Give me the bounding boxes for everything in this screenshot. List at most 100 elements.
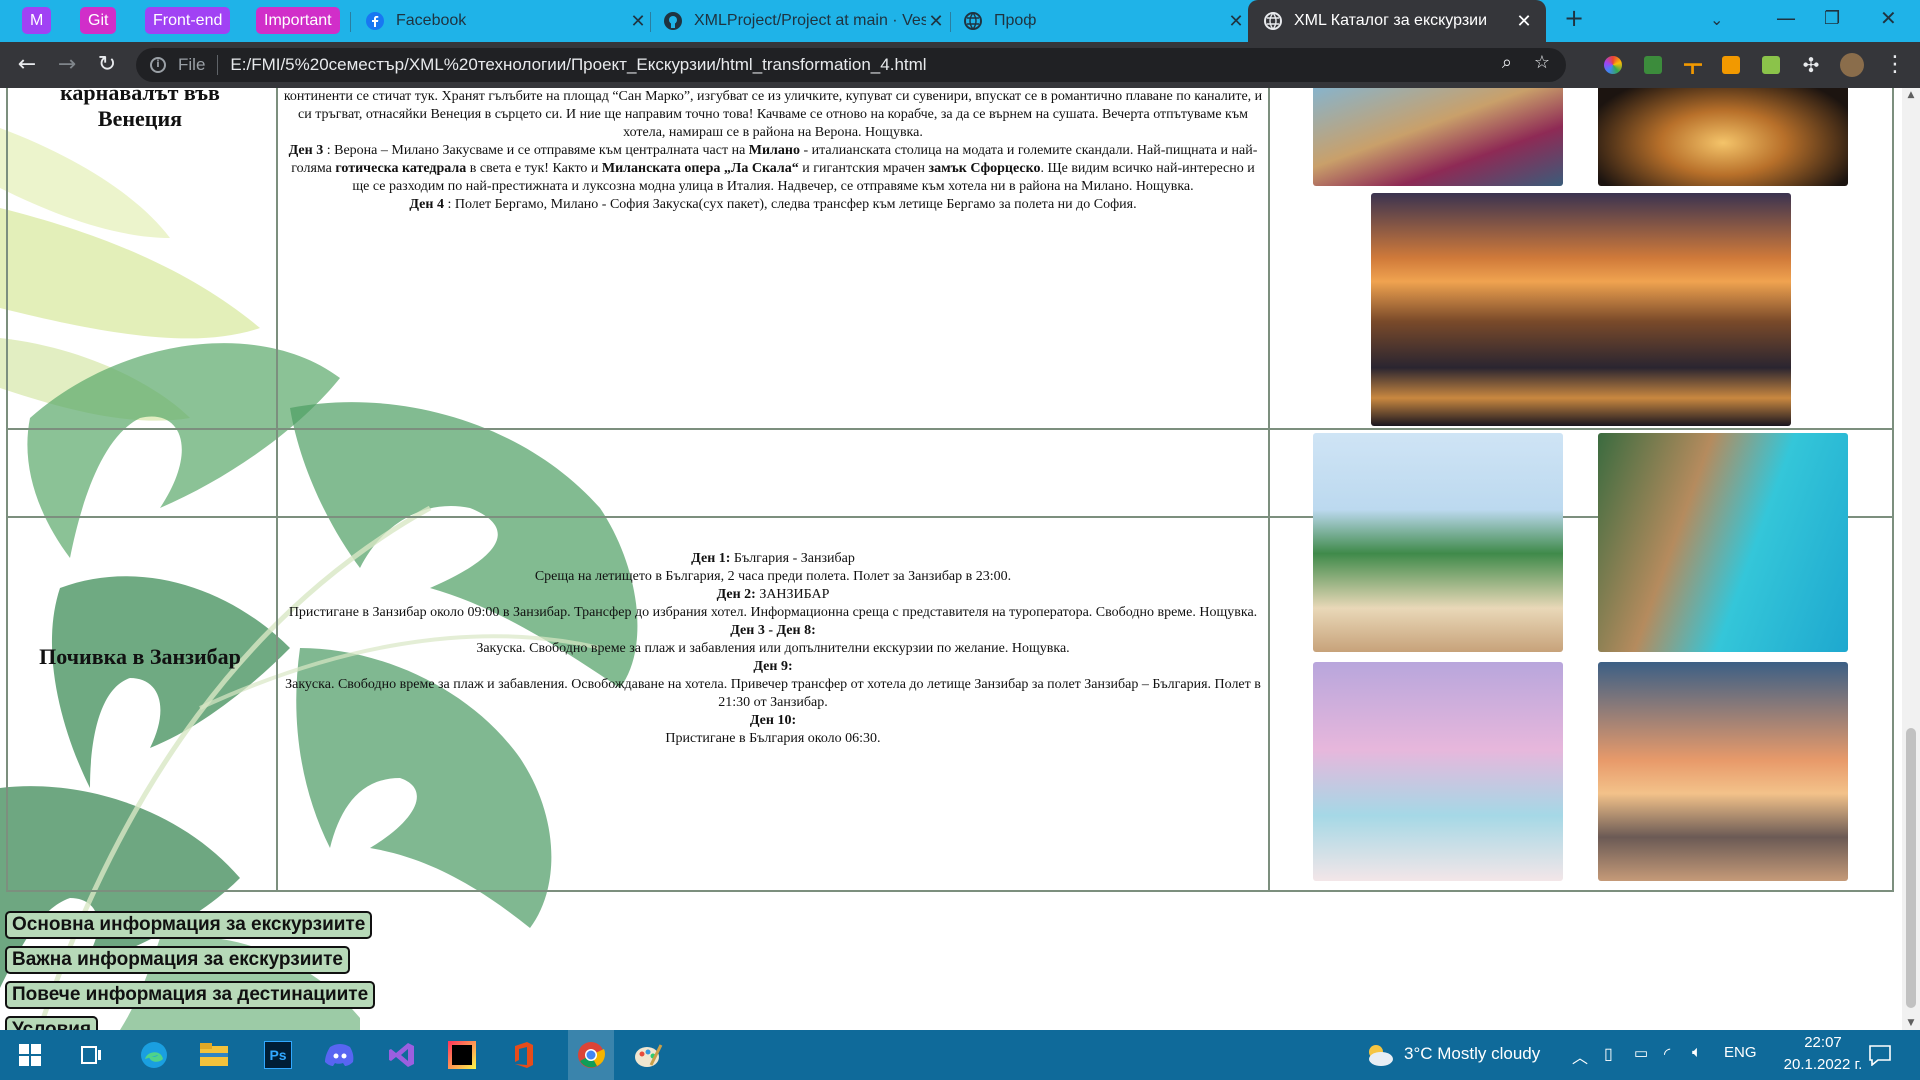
close-icon[interactable]: ✕: [1226, 11, 1246, 32]
bookmark-m[interactable]: M: [22, 7, 52, 34]
bookmark-star-icon[interactable]: ☆: [1534, 52, 1550, 73]
pen-extension-icon[interactable]: [1644, 56, 1662, 74]
edge-icon[interactable]: [138, 1039, 170, 1071]
close-icon[interactable]: ✕: [1514, 11, 1534, 32]
office-icon[interactable]: [508, 1039, 540, 1071]
highlight: Миланската опера „Ла Скала“: [601, 161, 799, 176]
day-label: Ден 9:: [753, 659, 793, 674]
day-text: Пристигане в Занзибар около 09:00 в Занз…: [288, 605, 1258, 620]
minimize-icon[interactable]: —: [1776, 6, 1796, 30]
battery-icon[interactable]: ▭: [1634, 1044, 1648, 1062]
tab-title: Проф: [994, 12, 1037, 29]
day-text: Закуска. Свободно време за плаж и забавл…: [476, 641, 1070, 656]
chrome-icon[interactable]: [568, 1030, 614, 1080]
address-separator: [217, 55, 219, 75]
clock-date[interactable]: 20.1.2022 г.: [1776, 1056, 1870, 1073]
new-tab-button[interactable]: +: [1564, 4, 1584, 32]
highlight: Милано: [748, 143, 800, 158]
close-window-icon[interactable]: ✕: [1880, 6, 1897, 30]
info-icon[interactable]: i: [150, 57, 166, 73]
notifications-icon[interactable]: [1868, 1044, 1892, 1066]
highlight: замък Сфорцеско: [928, 161, 1041, 176]
browser-toolbar: ← → ↻ i File E:/FMI/5%20семестър/XML%20т…: [0, 42, 1920, 88]
verona-panorama-photo: [1371, 193, 1791, 426]
weather-text[interactable]: 3°C Mostly cloudy: [1404, 1044, 1540, 1064]
tab-xml-catalog[interactable]: XML Каталог за екскурзии ✕: [1248, 0, 1546, 42]
zoom-icon[interactable]: ⌕: [1502, 52, 1512, 73]
bookmark-important[interactable]: Important: [256, 7, 340, 34]
day-label: Ден 1:: [691, 551, 731, 566]
day-text: Среща на летището в България, 2 часа пре…: [534, 569, 1012, 584]
color-picker-extension-icon[interactable]: [1604, 56, 1622, 74]
tab-title: XML Каталог за екскурзии: [1294, 12, 1488, 29]
page-viewport: карнавалът във Венеция континенти се сти…: [0, 88, 1902, 1030]
tab-github[interactable]: XMLProject/Project at main · Vesi ✕: [664, 0, 946, 42]
day-text: : Полет Бергамо, Милано - София Закуска(…: [443, 197, 1137, 212]
menu-kebab-icon[interactable]: ⋮: [1882, 52, 1908, 78]
back-icon[interactable]: ←: [14, 52, 40, 78]
windows-taskbar: Ps 3°C Mostly cloudy ︿ ▯ ▭ ◜ 🔈︎ ENG 22:0…: [0, 1030, 1920, 1080]
venice-carnival-photo: [1313, 88, 1563, 186]
fountain-night-photo: [1598, 88, 1848, 186]
tab-separator: [650, 12, 651, 32]
close-icon[interactable]: ✕: [926, 11, 946, 32]
ruler-extension-icon[interactable]: [1684, 63, 1702, 74]
bookmark-git[interactable]: Git: [80, 7, 117, 34]
day-text: ЗАНЗИБАР: [755, 587, 830, 602]
clock-time[interactable]: 22:07: [1776, 1034, 1870, 1051]
forward-icon[interactable]: →: [54, 52, 80, 78]
photoshop-icon[interactable]: Ps: [262, 1039, 294, 1071]
zanzibar-itinerary: Ден 1: България - Занзибар Среща на летищ…: [282, 550, 1264, 748]
zanzibar-itinerary-line: Пристигане в Занзибар около 09:00 в Занз…: [282, 604, 1264, 622]
close-icon[interactable]: ✕: [628, 11, 648, 32]
file-explorer-icon[interactable]: [198, 1039, 230, 1071]
scroll-down-arrow-icon[interactable]: ▼: [1906, 1018, 1916, 1028]
reload-icon[interactable]: ↻: [94, 52, 120, 78]
venice-title-line: Венеция: [97, 106, 183, 131]
rss-extension-icon[interactable]: [1722, 56, 1740, 74]
zanzibar-itinerary-line: Закуска. Свободно време за плаж и забавл…: [282, 676, 1264, 712]
visual-studio-icon[interactable]: [386, 1039, 418, 1071]
tab-prof[interactable]: Проф ✕: [964, 0, 1246, 42]
volume-icon[interactable]: 🔈︎: [1692, 1044, 1702, 1062]
bookmark-front-end[interactable]: Front-end: [145, 7, 231, 34]
day-label: Ден 3 - Ден 8:: [730, 623, 816, 638]
tab-search-icon[interactable]: ⌄: [1710, 10, 1723, 29]
task-view-icon[interactable]: [74, 1039, 106, 1071]
address-url[interactable]: E:/FMI/5%20семестър/XML%20технологии/Про…: [230, 55, 926, 75]
day-text: Пристигане в България около 06:30.: [665, 731, 881, 746]
scrollbar-thumb[interactable]: [1906, 728, 1916, 1008]
photoshop-label: Ps: [264, 1041, 292, 1069]
avatar[interactable]: [1840, 53, 1864, 77]
zanzibar-itinerary-line: Ден 10:: [282, 712, 1264, 730]
link-basic-info[interactable]: Основна информация за екскурзиите: [5, 911, 373, 939]
wifi-icon[interactable]: ◜: [1664, 1044, 1670, 1064]
address-bar[interactable]: i File E:/FMI/5%20семестър/XML%20техноло…: [136, 48, 1566, 82]
link-important-info[interactable]: Важна информация за екскурзиите: [5, 946, 350, 974]
tab-facebook[interactable]: Facebook ✕: [366, 0, 648, 42]
link-conditions[interactable]: Условия: [5, 1016, 99, 1030]
extensions-puzzle-icon[interactable]: ✣: [1798, 52, 1824, 78]
github-icon: [664, 12, 682, 30]
beach-boardwalk-photo: [1313, 433, 1563, 652]
sheet-extension-icon[interactable]: [1762, 56, 1780, 74]
tray-device-icon[interactable]: ▯: [1604, 1044, 1613, 1064]
tray-overflow-chevron-icon[interactable]: ︿: [1572, 1044, 1588, 1068]
page-scrollbar[interactable]: ▲ ▼: [1902, 88, 1920, 1030]
zanzibar-itinerary-line: Пристигане в България около 06:30.: [282, 730, 1264, 748]
jetbrains-icon[interactable]: [446, 1039, 478, 1071]
day-text: и гигантския мрачен: [798, 161, 929, 176]
discord-icon[interactable]: [324, 1039, 356, 1071]
pink-sky-beach-photo: [1313, 662, 1563, 881]
info-links: Основна информация за екскурзиите Важна …: [5, 911, 376, 1030]
tab-strip: M Git Front-end Important Facebook ✕ XML…: [0, 0, 1920, 42]
zanzibar-itinerary-line: Закуска. Свободно време за плаж и забавл…: [282, 640, 1264, 658]
day-label: Ден 2:: [716, 587, 756, 602]
paint-icon[interactable]: [632, 1039, 664, 1071]
windows-start-icon[interactable]: [14, 1039, 46, 1071]
venice-itinerary: континенти се стичат тук. Хранят гълъбит…: [282, 88, 1264, 214]
link-destinations-info[interactable]: Повече информация за дестинациите: [5, 981, 376, 1009]
language-indicator[interactable]: ENG: [1724, 1044, 1757, 1061]
restore-icon[interactable]: ❐: [1824, 8, 1840, 29]
scroll-up-arrow-icon[interactable]: ▲: [1906, 90, 1916, 100]
